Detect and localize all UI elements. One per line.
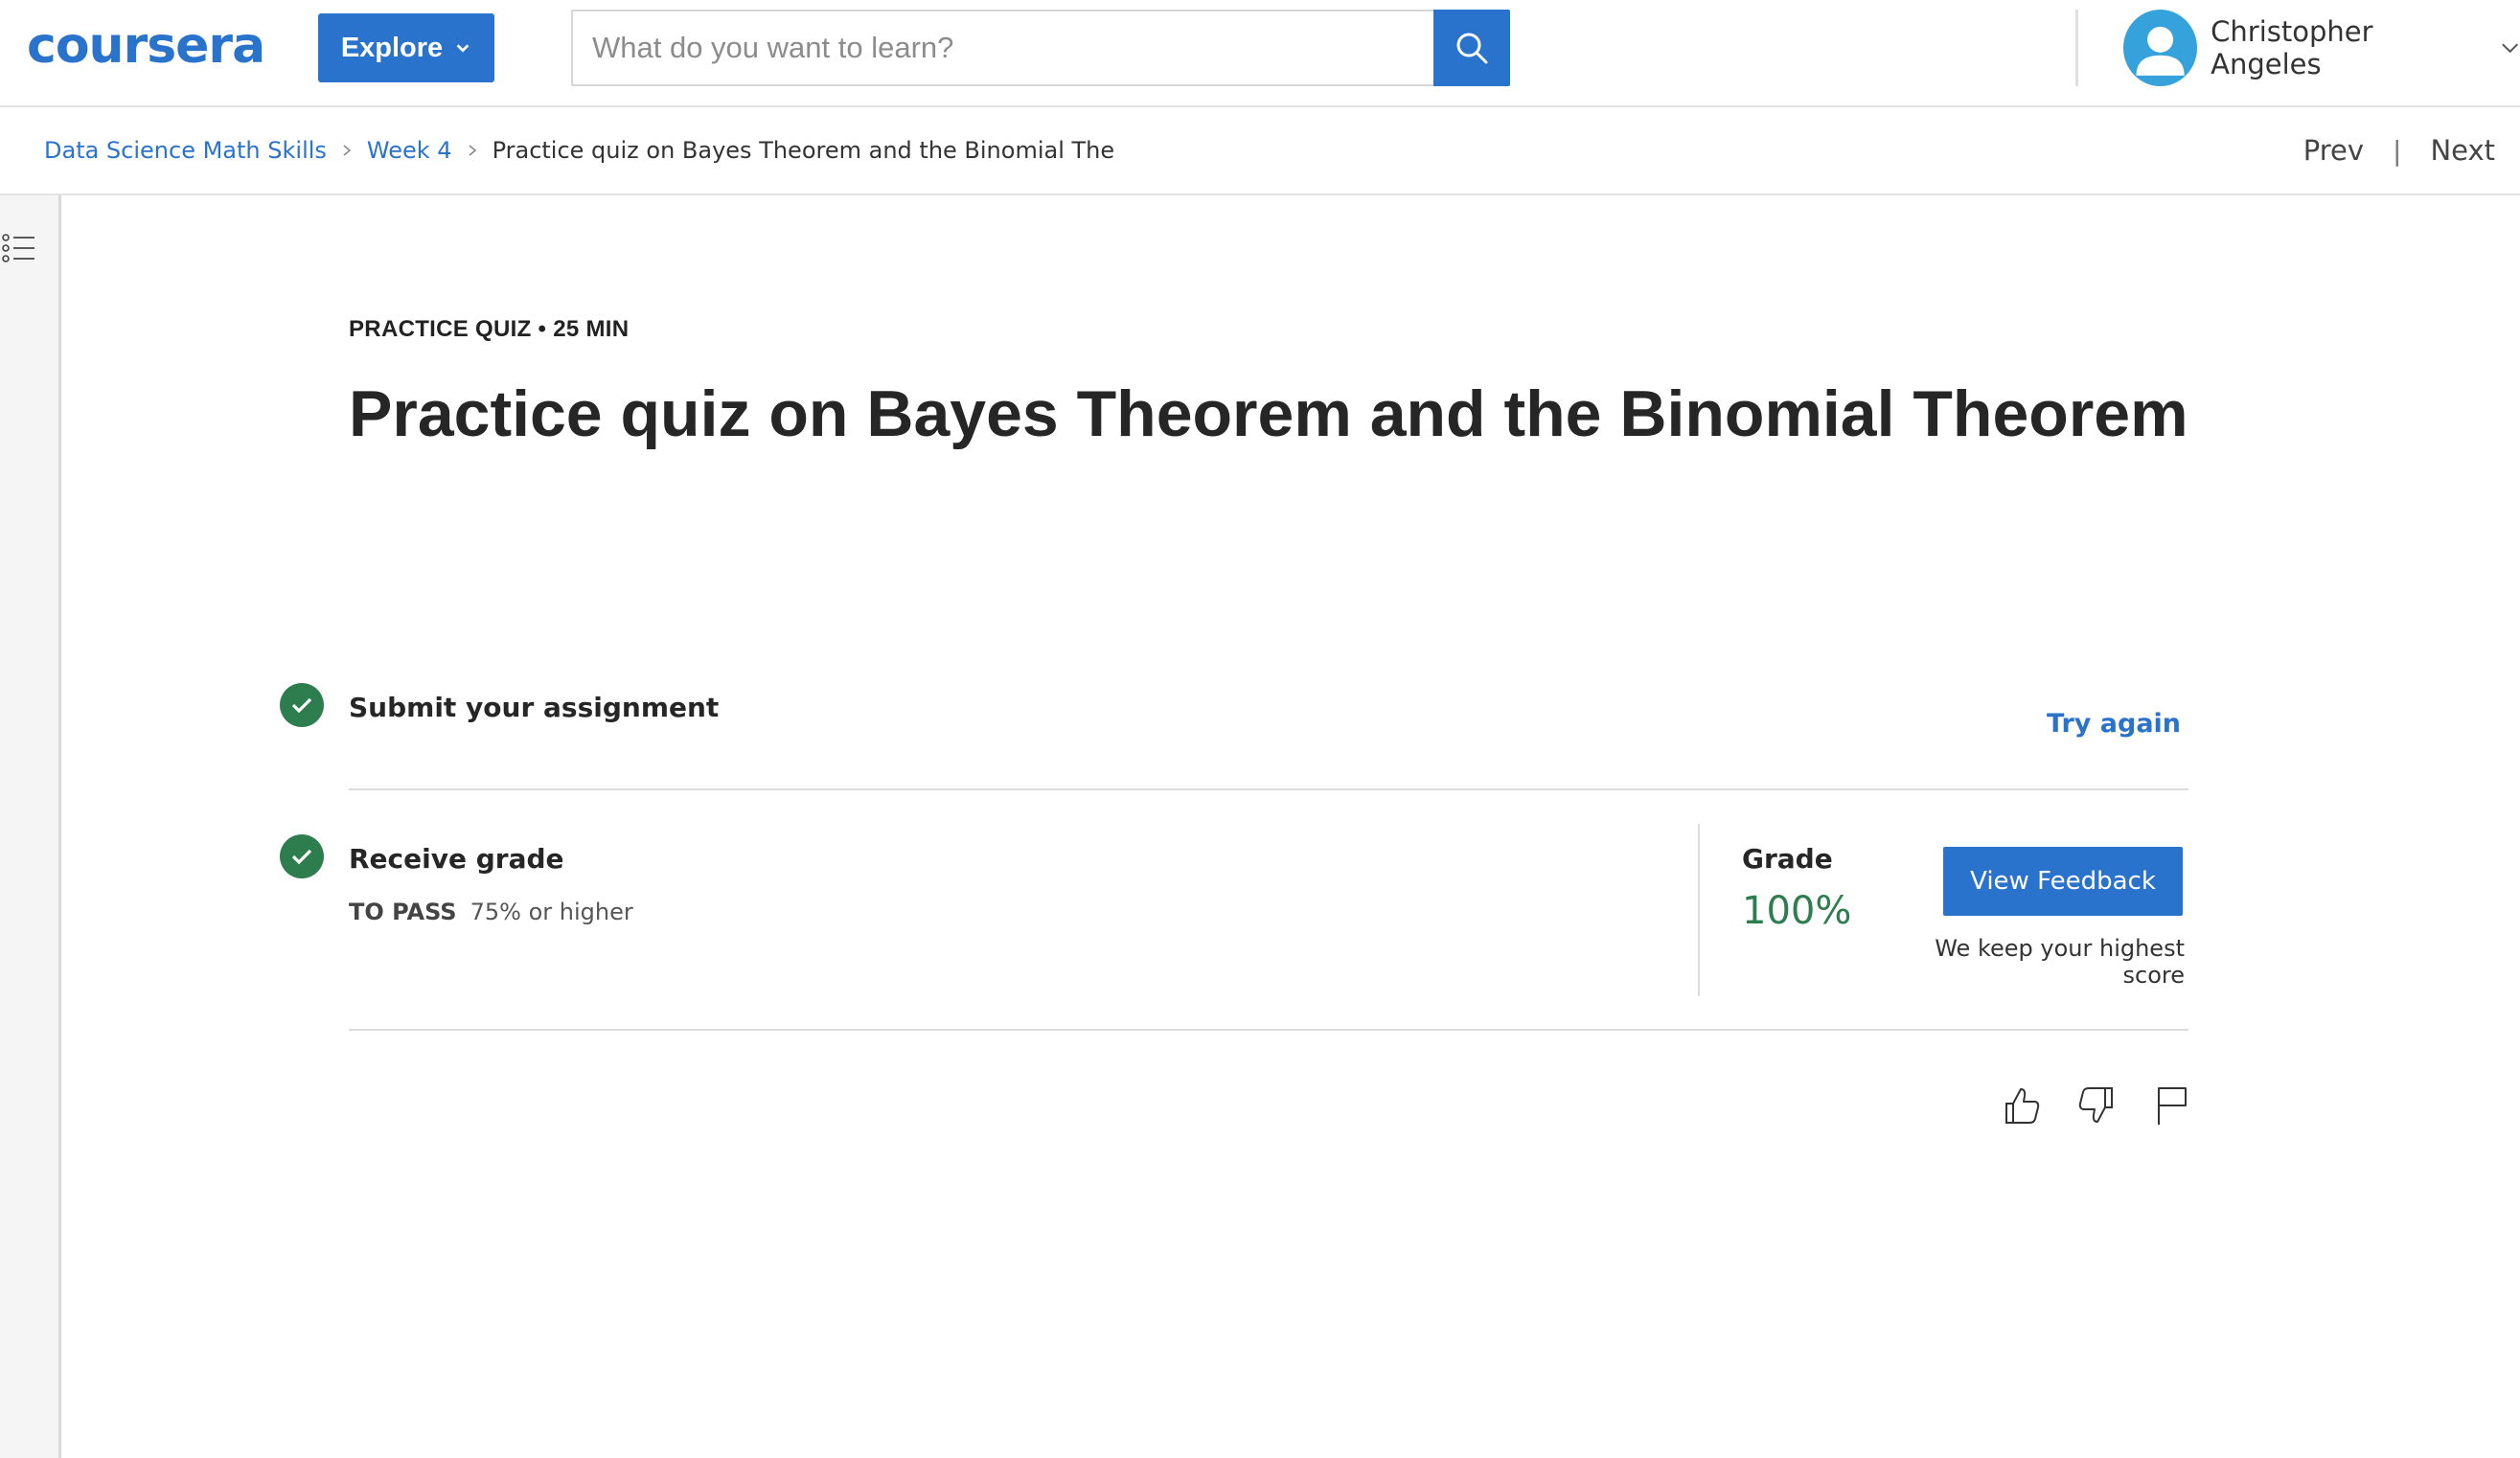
breadcrumb: Data Science Math Skills Week 4 Practice… [44,107,1114,194]
list-menu-icon[interactable] [0,230,38,268]
user-menu[interactable]: Christopher Angeles [2123,10,2520,86]
explore-button[interactable]: Explore [318,13,494,82]
grade-label: Grade [1742,843,1833,875]
flag-icon [2158,1087,2187,1125]
thumbs-down-icon [2078,1087,2113,1123]
grade-divider [1698,824,1700,996]
coursera-logo[interactable]: coursera [27,15,265,77]
chevron-down-icon [456,44,470,53]
avatar-icon [2123,10,2198,86]
chevron-right-icon [469,145,476,156]
breadcrumb-current: Practice quiz on Bayes Theorem and the B… [492,137,1115,164]
next-link[interactable]: Next [2430,134,2495,167]
explore-label: Explore [340,32,444,63]
thumbs-up-icon [2005,1088,2040,1124]
feedback-actions [1999,1082,2194,1128]
user-name: Christopher Angeles [2211,15,2373,80]
section-divider [349,1029,2188,1031]
header-divider [2075,10,2078,86]
pass-requirement: TO PASS 75% or higher [349,899,633,925]
receive-grade-title: Receive grade [349,843,564,875]
view-feedback-button[interactable]: View Feedback [1943,847,2183,916]
breadcrumb-week[interactable]: Week 4 [367,137,452,164]
check-icon [280,834,324,878]
dislike-button[interactable] [2073,1082,2119,1128]
search-box [571,10,1510,86]
quiz-meta: PRACTICE QUIZ • 25 MIN [349,316,630,342]
like-button[interactable] [1999,1082,2045,1128]
submit-step-title: Submit your assignment [349,692,720,723]
chevron-down-icon [2501,43,2518,54]
breadcrumb-bar: Data Science Math Skills Week 4 Practice… [0,107,2520,195]
search-input[interactable] [573,11,1433,84]
pass-value: 75% or higher [470,899,633,925]
report-button[interactable] [2148,1082,2194,1128]
check-icon [280,683,324,727]
item-pager: Prev | Next [2303,107,2495,194]
search-icon [1456,33,1488,64]
top-header: coursera Explore Christopher Angeles [0,0,2520,107]
section-divider [349,788,2188,790]
breadcrumb-course[interactable]: Data Science Math Skills [44,137,327,164]
highest-score-note: We keep your highest score [1935,935,2185,989]
prev-link[interactable]: Prev [2303,134,2364,167]
grade-value: 100% [1742,889,1852,933]
pager-separator: | [2393,134,2402,167]
search-button[interactable] [1433,10,1510,86]
chevron-right-icon [343,145,352,156]
try-again-link[interactable]: Try again [2047,709,2181,739]
page-title: Practice quiz on Bayes Theorem and the B… [349,377,2188,450]
course-outline-rail [0,195,61,1458]
pass-label: TO PASS [349,899,457,925]
